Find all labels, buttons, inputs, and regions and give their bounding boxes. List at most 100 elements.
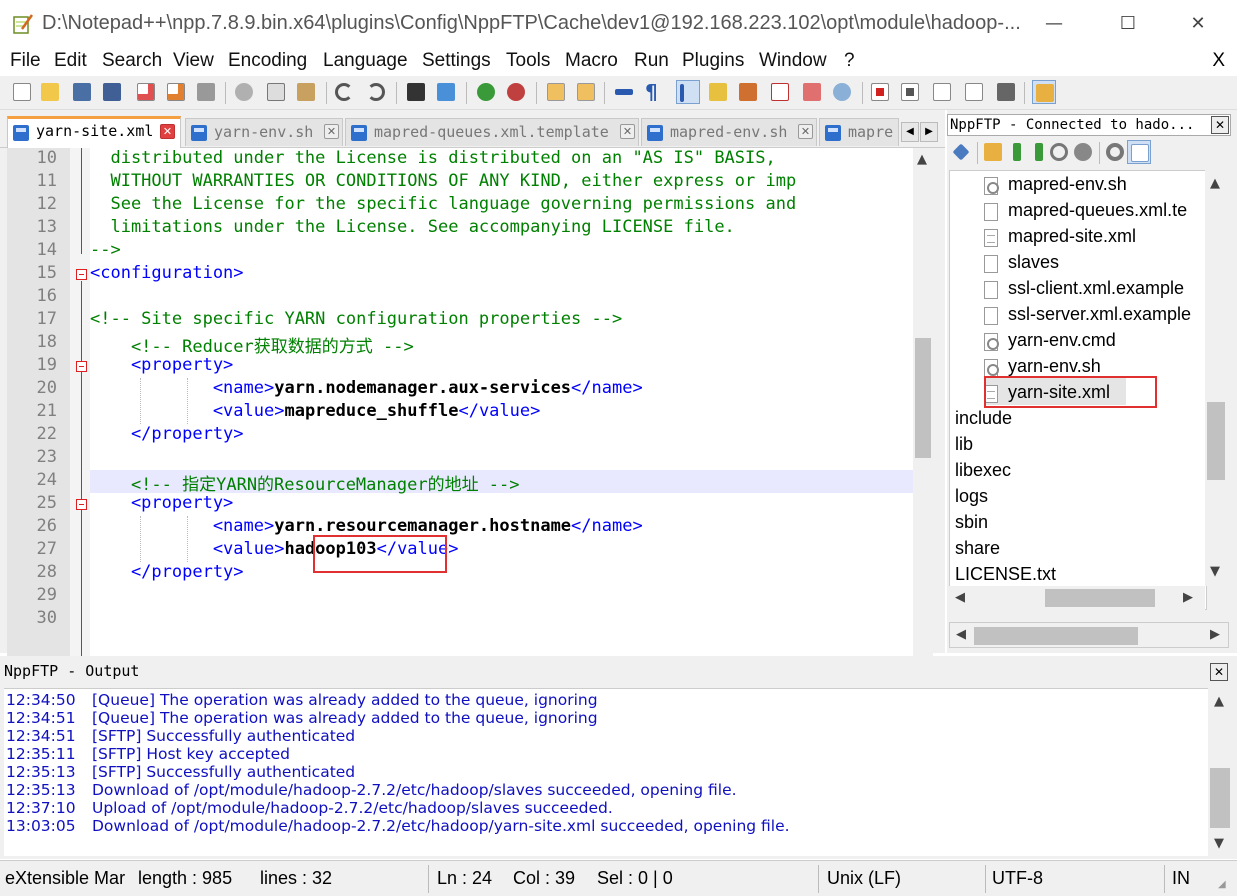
- open-file-icon[interactable]: [38, 80, 62, 104]
- close-file-icon[interactable]: [134, 80, 158, 104]
- zoom-in-icon[interactable]: [474, 80, 498, 104]
- menu-macro[interactable]: Macro: [565, 50, 618, 72]
- close-panel-icon[interactable]: ✕: [1211, 116, 1229, 134]
- tab-close-icon[interactable]: ✕: [160, 124, 175, 139]
- output-vertical-scrollbar[interactable]: ▲ ▼: [1208, 688, 1232, 856]
- scroll-left-icon[interactable]: ◀: [955, 590, 965, 605]
- sync-vertical-icon[interactable]: [544, 80, 568, 104]
- scroll-thumb[interactable]: [1210, 768, 1230, 828]
- maximize-button[interactable]: ☐: [1108, 10, 1148, 38]
- settings-gear-icon[interactable]: [1103, 140, 1127, 164]
- menu-language[interactable]: Language: [323, 50, 408, 72]
- fold-toggle-property[interactable]: [76, 499, 87, 510]
- save-icon[interactable]: [70, 80, 94, 104]
- scroll-right-icon[interactable]: ▶: [1183, 590, 1193, 605]
- close-all-icon[interactable]: [164, 80, 188, 104]
- menu-edit[interactable]: Edit: [54, 50, 87, 72]
- close-document-button[interactable]: X: [1212, 50, 1225, 72]
- show-messages-icon[interactable]: [1127, 140, 1151, 164]
- menu-plugins[interactable]: Plugins: [682, 50, 744, 72]
- copy-icon[interactable]: [264, 80, 288, 104]
- abort-icon[interactable]: [1071, 140, 1095, 164]
- run-macro-multiple-icon[interactable]: [962, 80, 986, 104]
- close-window-button[interactable]: ✕: [1178, 10, 1218, 38]
- code-token: </name>: [571, 516, 643, 536]
- code-editor[interactable]: 10 distributed under the License is dist…: [7, 148, 913, 736]
- tab-close-icon[interactable]: ✕: [324, 124, 339, 139]
- scroll-up-icon[interactable]: ▲: [917, 152, 927, 167]
- menu-settings[interactable]: Settings: [422, 50, 491, 72]
- tab-scroll-right-icon[interactable]: ▶: [920, 122, 938, 142]
- open-directory-icon[interactable]: [981, 140, 1005, 164]
- save-macro-icon[interactable]: [994, 80, 1018, 104]
- tree-vertical-scrollbar[interactable]: ▲ ▼: [1205, 170, 1227, 586]
- menu-view[interactable]: View: [173, 50, 214, 72]
- user-language-icon[interactable]: [706, 80, 730, 104]
- scroll-down-icon[interactable]: ▼: [1210, 564, 1220, 579]
- undo-icon[interactable]: [332, 80, 356, 104]
- scroll-thumb[interactable]: [1045, 589, 1155, 607]
- scroll-right-icon[interactable]: ▶: [1210, 627, 1220, 642]
- indent-guide-icon[interactable]: [676, 80, 700, 104]
- menu-file[interactable]: File: [10, 50, 41, 72]
- scroll-up-icon[interactable]: ▲: [1214, 694, 1224, 709]
- fold-toggle-property[interactable]: [76, 361, 87, 372]
- print-icon[interactable]: [194, 80, 218, 104]
- cut-icon[interactable]: [232, 80, 256, 104]
- tab-mapred-env-sh[interactable]: mapred-env.sh ✕: [641, 118, 817, 146]
- connect-icon[interactable]: [949, 140, 973, 164]
- line-number: 13: [36, 217, 57, 237]
- replace-icon[interactable]: [434, 80, 458, 104]
- scroll-up-icon[interactable]: ▲: [1210, 176, 1220, 191]
- scroll-thumb[interactable]: [1207, 402, 1225, 480]
- paste-icon[interactable]: [294, 80, 318, 104]
- code-line: distributed under the License is distrib…: [90, 148, 775, 168]
- tab-close-icon[interactable]: ✕: [798, 124, 813, 139]
- tab-yarn-env-sh[interactable]: yarn-env.sh ✕: [185, 118, 343, 146]
- save-all-icon[interactable]: [100, 80, 124, 104]
- find-icon[interactable]: [404, 80, 428, 104]
- resize-grip-icon[interactable]: ◢: [1218, 879, 1226, 890]
- stop-recording-icon[interactable]: [898, 80, 922, 104]
- menu-help[interactable]: ?: [844, 50, 855, 72]
- tab-yarn-site-xml[interactable]: yarn-site.xml ✕: [7, 116, 181, 148]
- tab-mapred-queues-template[interactable]: mapred-queues.xml.template ✕: [345, 118, 639, 146]
- menu-window[interactable]: Window: [759, 50, 827, 72]
- menu-run[interactable]: Run: [634, 50, 669, 72]
- menu-tools[interactable]: Tools: [506, 50, 550, 72]
- menu-search[interactable]: Search: [102, 50, 162, 72]
- nppftp-show-panel-icon[interactable]: [1032, 80, 1056, 104]
- close-output-icon[interactable]: ✕: [1210, 663, 1228, 681]
- tab-close-icon[interactable]: ✕: [620, 124, 635, 139]
- record-macro-icon[interactable]: [868, 80, 892, 104]
- scroll-thumb[interactable]: [974, 627, 1138, 645]
- refresh-icon[interactable]: [1047, 140, 1071, 164]
- tab-label: mapre: [848, 123, 894, 141]
- log-line: 12:34:51 [SFTP] Successfully authenticate…: [6, 727, 355, 745]
- menu-encoding[interactable]: Encoding: [228, 50, 307, 72]
- zoom-out-icon[interactable]: [504, 80, 528, 104]
- monitoring-icon[interactable]: [830, 80, 854, 104]
- scroll-down-icon[interactable]: ▼: [1214, 836, 1224, 851]
- word-wrap-icon[interactable]: [612, 80, 636, 104]
- scroll-left-icon[interactable]: ◀: [956, 627, 966, 642]
- line-number: 11: [36, 171, 57, 191]
- redo-icon[interactable]: [364, 80, 388, 104]
- folder-workspace-icon[interactable]: [800, 80, 824, 104]
- function-list-icon[interactable]: [768, 80, 792, 104]
- document-map-icon[interactable]: [736, 80, 760, 104]
- code-token: WITHOUT WARRANTIES OR CONDITIONS OF ANY …: [90, 171, 797, 191]
- download-icon[interactable]: [1005, 140, 1029, 164]
- tab-scroll-left-icon[interactable]: ◀: [901, 122, 919, 142]
- fold-toggle-configuration[interactable]: [76, 269, 87, 280]
- show-all-chars-icon[interactable]: ¶: [642, 80, 666, 104]
- new-file-icon[interactable]: [10, 80, 34, 104]
- sync-horizontal-icon[interactable]: [574, 80, 598, 104]
- queue-horizontal-scrollbar[interactable]: ◀ ▶: [949, 622, 1229, 648]
- tab-mapred-truncated[interactable]: mapre: [819, 118, 899, 146]
- playback-macro-icon[interactable]: [930, 80, 954, 104]
- minimize-button[interactable]: —: [1034, 10, 1074, 38]
- scroll-thumb[interactable]: [915, 338, 931, 458]
- editor-vertical-scrollbar[interactable]: ▲ ▼: [913, 148, 933, 736]
- tree-horizontal-scrollbar[interactable]: ◀ ▶: [949, 586, 1205, 610]
